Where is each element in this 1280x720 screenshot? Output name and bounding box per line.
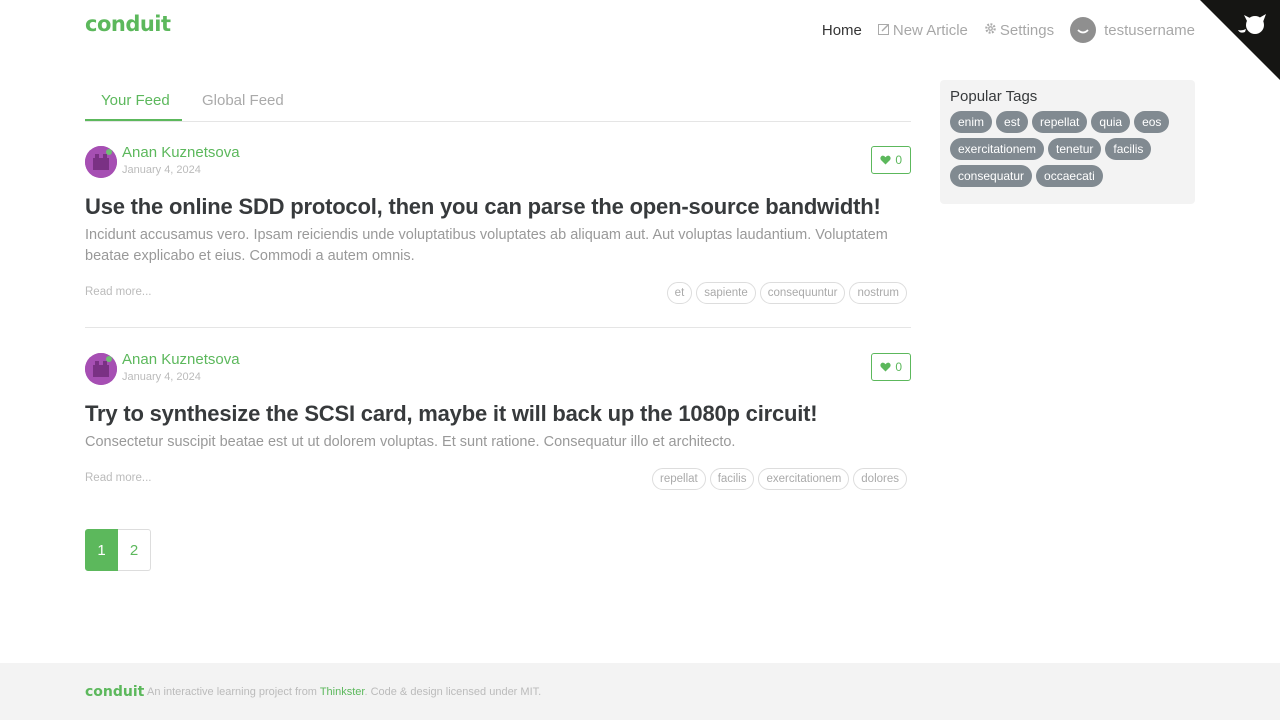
github-octocat-icon <box>1200 0 1280 80</box>
article-date: January 4, 2024 <box>122 164 201 176</box>
gear-icon <box>984 22 997 38</box>
article-title[interactable]: Use the online SDD protocol, then you ca… <box>85 194 881 220</box>
pagination: 1 2 <box>85 529 151 571</box>
tag-pill[interactable]: tenetur <box>1048 138 1102 160</box>
article-tag: nostrum <box>849 282 907 304</box>
tag-list: enim est repellat quia eos exercitatione… <box>950 111 1185 187</box>
tab-your-feed[interactable]: Your Feed <box>101 92 170 109</box>
popular-tags-sidebar: Popular Tags enim est repellat quia eos … <box>940 80 1195 204</box>
author-link[interactable]: Anan Kuznetsova <box>122 351 240 368</box>
brand-logo[interactable]: conduit <box>85 12 171 36</box>
tag-pill[interactable]: enim <box>950 111 993 133</box>
article-title[interactable]: Try to synthesize the SCSI card, maybe i… <box>85 401 818 427</box>
article-tag: consequuntur <box>759 282 846 304</box>
user-avatar <box>1070 17 1097 43</box>
tag-pill[interactable]: exercitationem <box>950 138 1045 160</box>
article-preview: Anan Kuznetsova January 4, 2024 0 Use th… <box>85 144 911 328</box>
nav-home-label: Home <box>821 21 862 39</box>
author-link[interactable]: Anan Kuznetsova <box>122 144 240 161</box>
article-tag: facilis <box>709 468 755 490</box>
tag-pill[interactable]: quia <box>1091 111 1131 133</box>
nav-new-article-label: New Article <box>892 21 968 39</box>
article-tag: sapiente <box>696 282 756 304</box>
nav-username: testusername <box>1104 21 1195 39</box>
sidebar-title: Popular Tags <box>950 88 1038 105</box>
tag-pill[interactable]: repellat <box>1032 111 1088 133</box>
tag-pill[interactable]: eos <box>1134 111 1170 133</box>
tag-pill[interactable]: facilis <box>1105 138 1152 160</box>
article-tag: exercitationem <box>758 468 850 490</box>
article-tag-list: et sapiente consequuntur nostrum <box>666 282 907 304</box>
active-tab-indicator <box>85 119 182 121</box>
article-tag: et <box>666 282 693 304</box>
nav-settings-link[interactable]: Settings <box>984 22 1054 39</box>
author-avatar[interactable] <box>85 353 117 385</box>
footer-text-before: An interactive learning project from <box>147 686 317 698</box>
page-link-2[interactable]: 2 <box>118 529 151 571</box>
nav-settings-label: Settings <box>999 21 1055 39</box>
avatar-image <box>85 146 117 178</box>
read-more-link[interactable]: Read more... <box>85 472 151 484</box>
footer-attribution: An interactive learning project from Thi… <box>147 686 541 698</box>
tab-global-feed[interactable]: Global Feed <box>202 92 284 109</box>
read-more-link[interactable]: Read more... <box>85 286 151 298</box>
article-date: January 4, 2024 <box>122 371 201 383</box>
article-tag: dolores <box>853 468 907 490</box>
nav-links: Home New Article Settings testusername <box>822 17 1195 43</box>
nav-new-article-link[interactable]: New Article <box>877 21 968 39</box>
author-avatar[interactable] <box>85 146 117 178</box>
pencil-square-icon <box>877 23 890 38</box>
feed-toggle: Your Feed Global Feed <box>85 82 911 122</box>
footer-text-after: . Code & design licensed under MIT. <box>364 686 542 698</box>
favorite-count: 0 <box>895 360 902 374</box>
navbar: conduit Home New Article Settings testus… <box>0 0 1280 56</box>
article-description: Incidunt accusamus vero. Ipsam reiciendi… <box>85 227 888 264</box>
footer: conduit An interactive learning project … <box>0 663 1280 720</box>
favorite-count: 0 <box>895 153 902 167</box>
smiley-icon <box>1077 29 1089 34</box>
tag-pill[interactable]: est <box>996 111 1029 133</box>
nav-profile-link[interactable]: testusername <box>1070 17 1195 43</box>
avatar-image <box>85 353 117 385</box>
tag-pill[interactable]: consequatur <box>950 165 1033 187</box>
article-preview: Anan Kuznetsova January 4, 2024 0 Try to… <box>85 351 911 503</box>
article-tag-list: repellat facilis exercitationem dolores <box>652 468 907 490</box>
favorite-button[interactable]: 0 <box>871 146 911 174</box>
article-description: Consectetur suscipit beatae est ut ut do… <box>85 434 736 450</box>
footer-thinkster-link[interactable]: Thinkster <box>320 686 365 698</box>
tag-pill[interactable]: occaecati <box>1036 165 1103 187</box>
article-tag: repellat <box>652 468 706 490</box>
page-link-1[interactable]: 1 <box>85 529 118 571</box>
heart-icon <box>880 155 891 165</box>
nav-home-link[interactable]: Home <box>822 22 862 39</box>
footer-brand-logo[interactable]: conduit <box>85 684 144 700</box>
github-corner-link[interactable] <box>1200 0 1280 80</box>
heart-icon <box>880 362 891 372</box>
favorite-button[interactable]: 0 <box>871 353 911 381</box>
